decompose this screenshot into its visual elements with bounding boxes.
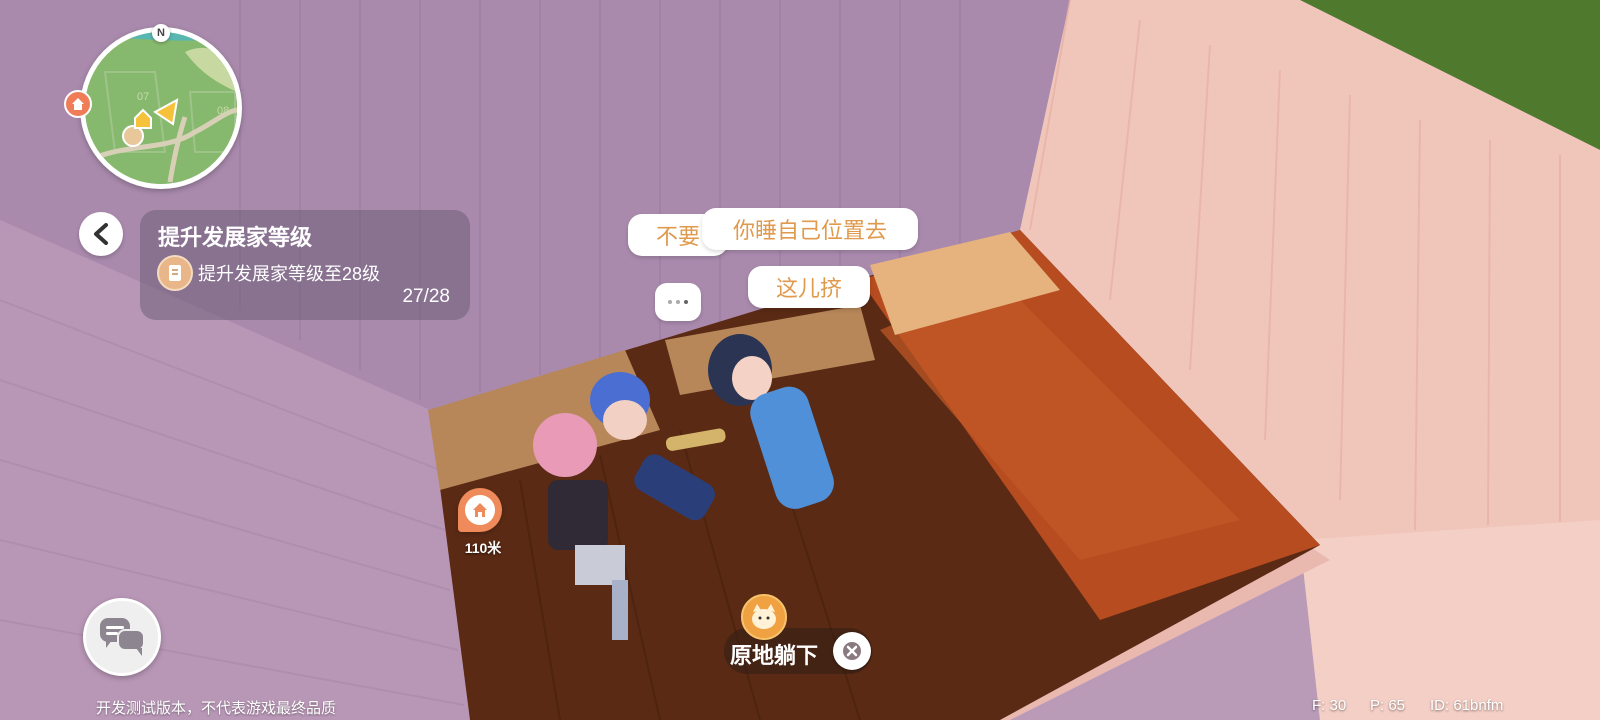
typing-dot (676, 300, 680, 304)
home-marker-icon[interactable] (64, 90, 92, 118)
ping-readout: P: 65 (1370, 697, 1406, 714)
close-icon (843, 642, 861, 660)
chevron-left-icon (94, 223, 108, 245)
minimap-zone-08: 08 (217, 105, 229, 117)
dev-build-disclaimer: 开发测试版本，不代表游戏最终品质 (96, 700, 337, 717)
player-id-readout: ID: 61bnfm (1430, 697, 1504, 714)
chat-bubble-sleep-own-place[interactable]: 你睡自己位置去 (702, 208, 918, 250)
close-action-button[interactable] (833, 632, 871, 670)
home-icon (465, 495, 495, 525)
back-button[interactable] (79, 212, 123, 256)
typing-dot (684, 300, 688, 304)
lie-down-label[interactable]: 原地躺下 (730, 638, 818, 670)
chat-bubbles-icon (100, 618, 145, 656)
quest-title: 提升发展家等级 (158, 225, 313, 250)
chat-button[interactable] (83, 598, 161, 676)
quest-panel[interactable]: 提升发展家等级 提升发展家等级至28级 27/28 (140, 210, 470, 320)
typing-dot (668, 300, 672, 304)
chat-bubble-crowded[interactable]: 这儿挤 (748, 266, 870, 308)
cat-avatar-icon (741, 594, 787, 640)
minimap-map: 07 08 (85, 32, 237, 184)
distance-label: 110米 (464, 540, 502, 556)
quest-description: 提升发展家等级至28级 (198, 264, 381, 284)
compass-north-icon: N (152, 24, 170, 42)
home-distance-marker[interactable] (458, 488, 502, 532)
minimap-zone-07: 07 (137, 91, 149, 103)
quest-scroll-icon (157, 255, 193, 291)
fps-readout: F: 30 (1312, 697, 1347, 714)
quest-progress: 27/28 (402, 286, 450, 307)
typing-indicator (655, 283, 701, 321)
minimap[interactable]: 07 08 (80, 27, 242, 189)
